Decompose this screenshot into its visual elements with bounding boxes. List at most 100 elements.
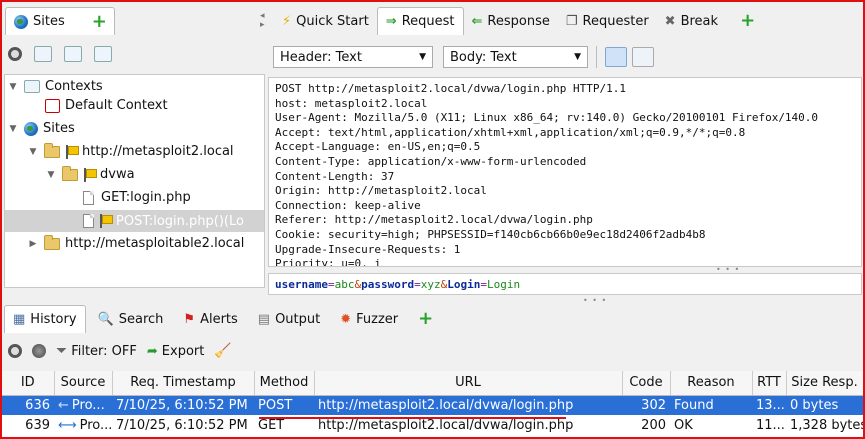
- context-target-icon: [45, 98, 60, 113]
- split-horizontal-view-icon[interactable]: [632, 47, 654, 67]
- column-header[interactable]: URL: [314, 371, 623, 396]
- flag-icon: [99, 214, 113, 228]
- tab-quick-start[interactable]: ⚡ Quick Start: [274, 7, 377, 35]
- column-header[interactable]: ID: [2, 371, 55, 396]
- target-icon[interactable]: [8, 47, 22, 61]
- tree-node-contexts[interactable]: ▼ Contexts: [7, 79, 103, 94]
- column-header[interactable]: Source: [54, 371, 113, 396]
- tab-label: Request: [401, 14, 455, 29]
- new-context-icon[interactable]: [34, 46, 52, 62]
- splitter-grip[interactable]: • • •: [583, 296, 607, 305]
- column-header[interactable]: Size Resp.: [786, 371, 863, 396]
- add-tab-icon[interactable]: +: [418, 310, 433, 328]
- tree-node-host-metasploit2[interactable]: ▼ http://metasploit2.local: [27, 142, 234, 159]
- column-header[interactable]: RTT: [752, 371, 787, 396]
- tab-alerts[interactable]: ⚑ Alerts: [175, 305, 245, 333]
- tab-search[interactable]: 🔍 Search: [90, 305, 172, 333]
- export-label: Export: [161, 343, 205, 359]
- tree-label-host2: http://metasploitable2.local: [65, 236, 245, 251]
- cell-reason: OK: [674, 417, 693, 433]
- request-header-text[interactable]: POST http://metasploit2.local/dvwa/login…: [268, 77, 862, 267]
- tab-label: Quick Start: [296, 13, 369, 29]
- import-context-icon[interactable]: [64, 46, 82, 62]
- flag-icon: [83, 167, 97, 182]
- expand-icon[interactable]: ▼: [27, 147, 39, 157]
- bottom-tab-bar: ▦ History 🔍 Search ⚑ Alerts ▤ Output ✹ Fuzzer +: [4, 305, 433, 333]
- tree-node-default-context[interactable]: Default Context: [45, 98, 168, 113]
- add-tab-icon[interactable]: +: [740, 12, 755, 30]
- tab-sites[interactable]: Sites +: [5, 7, 115, 35]
- split-vertical-view-icon[interactable]: [605, 47, 627, 67]
- request-body-text[interactable]: username=abc&password=xyz&Login=Login: [268, 273, 862, 295]
- table-row[interactable]: 636 ← Pro... 7/10/25, 6:10:52 PM POST http://…: [2, 395, 863, 415]
- header-line: Referer: http://metasploit2.local/dvwa/l…: [275, 213, 593, 227]
- tab-label: Alerts: [200, 311, 238, 327]
- cell-code: 200: [641, 417, 666, 433]
- requester-icon: ❐: [565, 13, 578, 29]
- cell-code: 302: [641, 397, 666, 413]
- column-header[interactable]: Req. Timestamp: [112, 371, 255, 396]
- tab-request[interactable]: ⇒ Request: [376, 7, 464, 35]
- tab-label: Fuzzer: [356, 311, 399, 327]
- cell-id: 639: [25, 417, 50, 433]
- expand-icon[interactable]: ▼: [7, 82, 19, 92]
- tree-label-post-login: POST:login.php()(Lo: [116, 213, 244, 229]
- file-icon: [83, 190, 94, 205]
- header-line: Origin: http://metasploit2.local: [275, 184, 487, 198]
- header-line: Content-Type: application/x-www-form-url…: [275, 154, 587, 168]
- column-header[interactable]: Method: [254, 371, 315, 396]
- export-button[interactable]: ➦ Export: [147, 344, 204, 359]
- tab-fuzzer[interactable]: ✹ Fuzzer: [332, 305, 406, 333]
- tree-label-sites: Sites: [43, 121, 75, 136]
- header-line: Connection: keep-alive: [275, 198, 421, 212]
- scope-globe-icon[interactable]: [32, 344, 46, 358]
- alerts-flag-icon: ⚑: [183, 311, 196, 327]
- tree-label-host: http://metasploit2.local: [82, 144, 234, 159]
- header-select-value: Header: Text: [280, 49, 362, 65]
- tab-label: Output: [275, 311, 321, 327]
- history-table-container: ID Source Req. Timestamp Method URL Code Reaso…: [2, 371, 863, 437]
- filter-button[interactable]: ⏷ Filter: OFF: [56, 343, 137, 359]
- tree-node-sites[interactable]: ▼ Sites: [7, 121, 75, 136]
- cell-rtt: 11...: [756, 417, 785, 433]
- broom-icon[interactable]: 🧹: [214, 343, 231, 359]
- header-format-select[interactable]: Header: Text ▼: [273, 46, 433, 68]
- tab-response[interactable]: ⇐ Response: [464, 7, 558, 35]
- tab-label: History: [30, 312, 77, 327]
- header-line: Accept-Language: en-US,en;q=0.5: [275, 140, 481, 154]
- funnel-icon: ⏷: [56, 343, 68, 359]
- tree-node-host-metasploitable2[interactable]: ▶ http://metasploitable2.local: [27, 234, 245, 251]
- body-format-select[interactable]: Body: Text ▼: [443, 46, 588, 68]
- tab-output[interactable]: ▤ Output: [250, 305, 328, 333]
- body-token: =: [414, 278, 421, 291]
- expand-icon[interactable]: ▼: [45, 170, 57, 180]
- body-token: =: [480, 278, 487, 291]
- header-line: Cookie: security=high; PHPSESSID=f140cb6…: [275, 227, 706, 241]
- column-header[interactable]: Code: [622, 371, 671, 396]
- tree-node-dvwa[interactable]: ▼ dvwa: [45, 165, 135, 182]
- tab-history[interactable]: ▦ History: [4, 305, 86, 333]
- cell-method: POST: [258, 397, 293, 413]
- expand-icon[interactable]: ▼: [7, 124, 19, 134]
- header-line: Priority: u=0, i: [275, 257, 381, 267]
- splitter-handle[interactable]: ◂ ▸: [260, 12, 265, 30]
- tab-break[interactable]: ✖ Break: [657, 7, 726, 35]
- cell-url: http://metasploit2.local/dvwa/login.php: [318, 397, 574, 413]
- collapse-icon[interactable]: ▶: [27, 239, 39, 249]
- cell-ts: 7/10/25, 6:10:52 PM: [116, 397, 248, 413]
- history-header-row: ID Source Req. Timestamp Method URL Code Reaso…: [2, 371, 863, 396]
- tree-node-get-login[interactable]: GET:login.php: [83, 190, 191, 205]
- body-token: xyz: [420, 278, 441, 291]
- direction-arrow-icon: ←: [58, 397, 69, 413]
- export-context-icon[interactable]: [94, 46, 112, 62]
- fuzzer-icon: ✹: [340, 311, 352, 327]
- header-line: User-Agent: Mozilla/5.0 (X11; Linux x86_…: [275, 111, 819, 125]
- target-icon[interactable]: [8, 344, 22, 358]
- globe-icon: [14, 14, 28, 29]
- body-token: Login: [447, 278, 481, 291]
- add-site-icon[interactable]: +: [92, 12, 107, 30]
- column-header[interactable]: Reason: [670, 371, 753, 396]
- tree-node-post-login[interactable]: POST:login.php()(Lo: [5, 210, 264, 232]
- flag-icon: [65, 144, 79, 159]
- tab-requester[interactable]: ❐ Requester: [558, 7, 657, 35]
